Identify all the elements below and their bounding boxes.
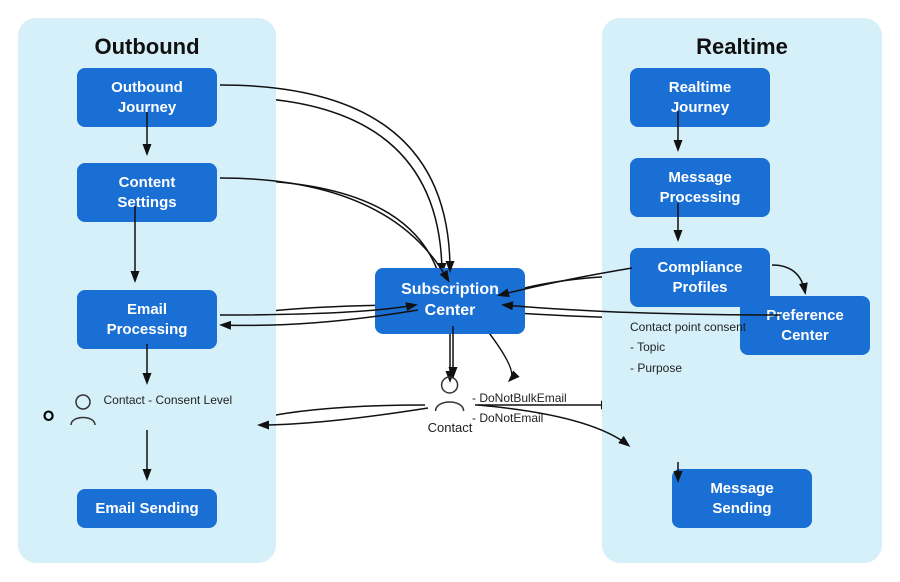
contact-outbound-person-icon: ⚬ xyxy=(36,393,97,433)
message-processing-box[interactable]: Message Processing xyxy=(630,158,770,217)
preference-center-box[interactable]: Preference Center xyxy=(740,296,870,355)
contact-point-consent-label: Contact point consent xyxy=(630,317,746,337)
do-not-email-label: - DoNotEmail xyxy=(472,408,567,428)
contact-center-icon xyxy=(434,375,466,413)
contact-outbound-label: Contact - Consent Level xyxy=(103,393,232,407)
diagram-root: Outbound Outbound Journey Content Settin… xyxy=(10,10,890,572)
contact-point-topic-label: - Topic xyxy=(630,337,746,357)
contact-center-label: Contact xyxy=(428,420,473,435)
realtime-panel: Realtime Realtime Journey Message Proces… xyxy=(602,18,882,563)
contact-point-purpose-label: - Purpose xyxy=(630,358,746,378)
outbound-journey-box[interactable]: Outbound Journey xyxy=(77,68,217,127)
outbound-panel: Outbound Outbound Journey Content Settin… xyxy=(18,18,276,563)
realtime-title: Realtime xyxy=(618,34,866,60)
realtime-journey-box[interactable]: Realtime Journey xyxy=(630,68,770,127)
subscription-center-box[interactable]: Subscription Center xyxy=(375,268,525,334)
content-settings-box[interactable]: Content Settings xyxy=(77,163,217,222)
message-sending-box[interactable]: Message Sending xyxy=(672,469,812,528)
email-processing-box[interactable]: Email Processing xyxy=(77,290,217,349)
do-not-bulk-email-label: - DoNotBulkEmail xyxy=(472,388,567,408)
outbound-title: Outbound xyxy=(34,34,260,60)
email-sending-box[interactable]: Email Sending xyxy=(77,489,217,529)
